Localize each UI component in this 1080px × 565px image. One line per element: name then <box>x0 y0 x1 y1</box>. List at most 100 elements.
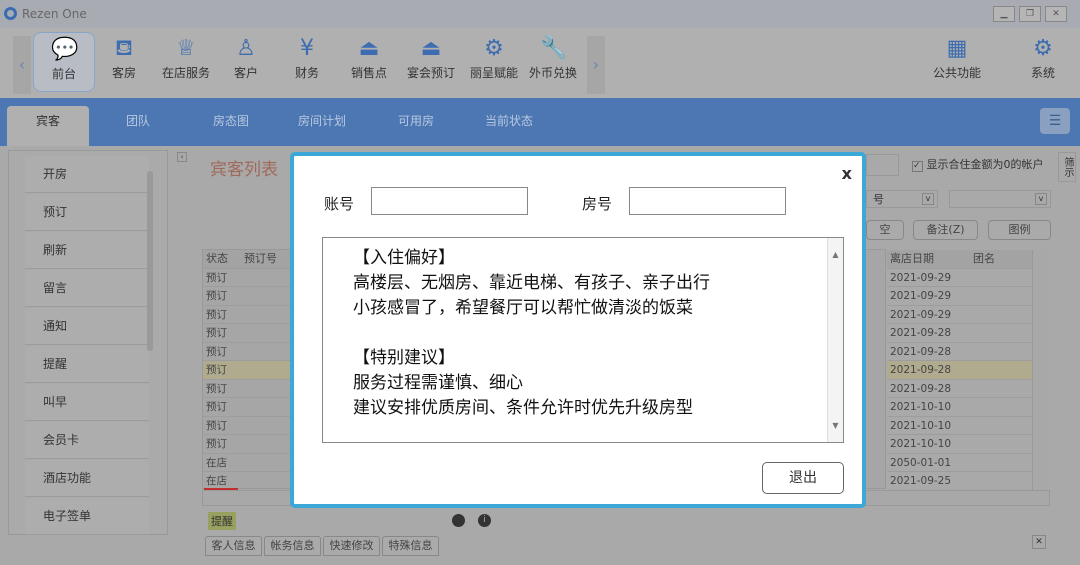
table-row-group[interactable] <box>970 472 1032 491</box>
table-row-date[interactable]: 2021-09-28 <box>887 324 970 343</box>
toolbar-9[interactable]: 🔧 外币兑换 <box>522 32 584 92</box>
checkbox-icon: ✓ <box>912 161 923 172</box>
toolbar-4[interactable]: ♙ 客户 <box>215 32 277 92</box>
table-row-status[interactable]: 预订 <box>203 324 241 343</box>
table-row-date[interactable]: 2021-09-28 <box>887 361 970 380</box>
sidebar-item[interactable]: 会员卡 <box>25 422 149 459</box>
table-row-status[interactable]: 预订 <box>203 380 241 398</box>
table-row-status[interactable]: 预订 <box>203 361 241 380</box>
toolbar-label: 客房 <box>111 66 136 80</box>
bottom-tab-1[interactable]: 帐务信息 <box>264 536 321 556</box>
sidebar-item[interactable]: 刷新 <box>25 232 149 269</box>
toolbar-8[interactable]: ⚙ 丽呈赋能 <box>463 32 525 92</box>
toolbar-system[interactable]: ⚙ 系统 <box>1012 32 1074 92</box>
table-vertical-scrollbar[interactable] <box>1032 250 1050 490</box>
toolbar-5[interactable]: ¥ 财务 <box>276 32 338 92</box>
room-label: 房号 <box>582 195 613 213</box>
table-row-date[interactable]: 2021-10-10 <box>887 417 970 435</box>
sidebar-item[interactable]: 通知 <box>25 308 149 345</box>
bottom-tab-0[interactable]: 客人信息 <box>205 536 262 556</box>
table-row-status[interactable]: 预订 <box>203 398 241 417</box>
table-row-group[interactable] <box>970 287 1032 306</box>
table-row-date[interactable]: 2021-09-29 <box>887 306 970 324</box>
show-zero-checkbox[interactable]: ✓ 显示合住金额为0的帐户 <box>912 156 1044 172</box>
room-input[interactable] <box>629 187 786 215</box>
bottom-tab-3[interactable]: 特殊信息 <box>382 536 439 556</box>
column-header-departure-date[interactable]: 离店日期 <box>887 250 970 269</box>
legend-button[interactable]: 图例 <box>988 220 1051 240</box>
sidebar-item[interactable]: 留言 <box>25 270 149 307</box>
table-row-group[interactable] <box>970 380 1032 398</box>
tab-1[interactable]: 团队 <box>88 106 188 146</box>
tab-5[interactable]: 当前状态 <box>459 106 559 146</box>
table-row-date[interactable]: 2021-09-28 <box>887 343 970 361</box>
minimize-button[interactable]: ▁ <box>993 6 1015 22</box>
sidebar-item[interactable]: 叫早 <box>25 384 149 421</box>
column-header-group[interactable]: 团名 <box>970 250 1032 269</box>
info-icon[interactable]: i <box>478 514 491 527</box>
search-field[interactable] <box>866 154 899 176</box>
remark-button[interactable]: 备注(Z) <box>913 220 978 240</box>
tab-3[interactable]: 房间计划 <box>272 106 372 146</box>
toolbar-2[interactable]: ⛾ 客房 <box>93 32 155 92</box>
sidebar-item[interactable]: 提醒 <box>25 346 149 383</box>
tab-2[interactable]: 房态图 <box>181 106 281 146</box>
table-row-group[interactable] <box>970 306 1032 324</box>
filter-side-tab[interactable]: 筛示 <box>1058 152 1076 182</box>
table-row-group[interactable] <box>970 398 1032 417</box>
notes-textarea[interactable]: 【入住偏好】 高楼层、无烟房、靠近电梯、有孩子、亲子出行 小孩感冒了，希望餐厅可… <box>322 237 844 443</box>
toolbar-7[interactable]: ⏏ 宴会预订 <box>400 32 462 92</box>
table-row-status[interactable]: 预订 <box>203 417 241 435</box>
table-row-status[interactable]: 在店 <box>203 454 241 472</box>
toolbar-public-functions[interactable]: ▦ 公共功能 <box>925 32 989 92</box>
toolbar-3[interactable]: ♕ 在店服务 <box>155 32 217 92</box>
table-row-date[interactable]: 2021-09-29 <box>887 269 970 287</box>
toolbar-scroll-right-button[interactable]: › <box>587 36 605 94</box>
room-select[interactable]: 号v <box>866 190 938 208</box>
table-row-date[interactable]: 2021-09-28 <box>887 380 970 398</box>
sidebar-item[interactable]: 酒店功能 <box>25 460 149 497</box>
column-header-status[interactable]: 状态 <box>203 250 241 269</box>
toolbar-scroll-left-button[interactable]: ‹ <box>13 36 31 94</box>
collapse-sidebar-button[interactable]: ‹ <box>177 152 187 162</box>
exit-button[interactable]: 退出 <box>762 462 844 494</box>
tab-0[interactable]: 宾客 <box>7 106 89 146</box>
gear-plus-icon: ⚙ <box>484 36 504 61</box>
table-row-date[interactable]: 2021-10-10 <box>887 435 970 454</box>
close-panel-button[interactable]: ✕ <box>1032 535 1046 549</box>
tab-4[interactable]: 可用房 <box>366 106 466 146</box>
table-row-group[interactable] <box>970 343 1032 361</box>
clear-button[interactable]: 空 <box>866 220 904 240</box>
clock-list-icon[interactable]: ☰ <box>1040 108 1070 134</box>
filter-select[interactable]: v <box>949 190 1051 208</box>
sidebar-item[interactable]: 预订 <box>25 194 149 231</box>
sidebar-item[interactable]: 开房 <box>25 156 149 193</box>
toolbar-1[interactable]: 💬 前台 <box>33 32 95 92</box>
table-row-status[interactable]: 预订 <box>203 269 241 287</box>
notes-scrollbar[interactable]: ▲ ▼ <box>827 238 843 442</box>
table-row-status[interactable]: 预订 <box>203 343 241 361</box>
stop-icon[interactable] <box>452 514 465 527</box>
account-input[interactable] <box>371 187 528 215</box>
table-row-group[interactable] <box>970 324 1032 343</box>
toolbar-6[interactable]: ⏏ 销售点 <box>338 32 400 92</box>
table-row-date[interactable]: 2021-09-25 <box>887 472 970 491</box>
sidebar-item[interactable]: 电子签单 <box>25 498 149 535</box>
table-row-status[interactable]: 预订 <box>203 287 241 306</box>
table-row-date[interactable]: 2021-10-10 <box>887 398 970 417</box>
table-row-group[interactable] <box>970 361 1032 380</box>
dialog-close-button[interactable]: x <box>842 164 852 183</box>
sidebar-scrollbar[interactable] <box>147 171 153 351</box>
table-row-group[interactable] <box>970 417 1032 435</box>
table-row-date[interactable]: 2050-01-01 <box>887 454 970 472</box>
table-row-group[interactable] <box>970 454 1032 472</box>
table-row-status[interactable]: 预订 <box>203 306 241 324</box>
restore-button[interactable]: ❐ <box>1019 6 1041 22</box>
table-row-group[interactable] <box>970 435 1032 454</box>
bottom-tab-2[interactable]: 快速修改 <box>323 536 380 556</box>
table-row-status[interactable]: 预订 <box>203 435 241 454</box>
close-window-button[interactable]: ✕ <box>1045 6 1067 22</box>
table-row-date[interactable]: 2021-09-29 <box>887 287 970 306</box>
table-row-group[interactable] <box>970 269 1032 287</box>
chat-bubble-icon: 💬 <box>51 37 79 62</box>
